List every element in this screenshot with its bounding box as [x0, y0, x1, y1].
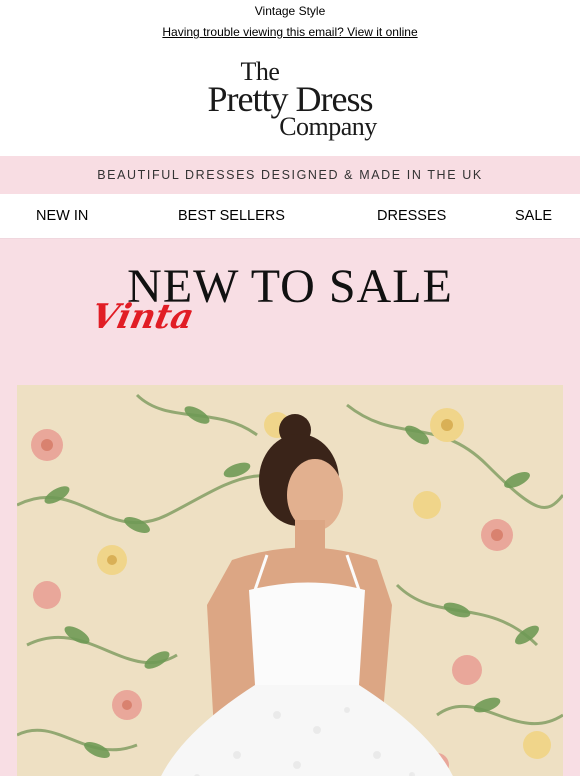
nav-dresses[interactable]: DRESSES: [377, 208, 446, 224]
hero-title: NEW TO SALE: [127, 260, 453, 313]
hero-script-text: Vinta: [87, 297, 198, 337]
preheader-text: Vintage Style: [254, 4, 326, 18]
brand-logo[interactable]: The Pretty Dress Company: [203, 58, 378, 141]
logo-line-2: Pretty Dress: [207, 78, 374, 119]
hero-section: NEW TO SALE Vinta: [0, 239, 580, 776]
floral-wallpaper-photo-illustration: [17, 385, 563, 776]
hero-product-photo[interactable]: [17, 385, 563, 776]
main-nav: NEW IN BEST SELLERS DRESSES SALE: [0, 194, 580, 239]
view-online-row: Having trouble viewing this email? View …: [0, 21, 580, 43]
nav-new-in[interactable]: NEW IN: [36, 208, 88, 224]
logo-area: The Pretty Dress Company: [0, 43, 580, 156]
view-online-link[interactable]: Having trouble viewing this email? View …: [162, 25, 417, 39]
promo-banner: BEAUTIFUL DRESSES DESIGNED & MADE IN THE…: [0, 156, 580, 194]
logo-line-3: Company: [279, 111, 377, 141]
nav-best-sellers[interactable]: BEST SELLERS: [178, 208, 285, 224]
nav-sale[interactable]: SALE: [515, 208, 552, 224]
